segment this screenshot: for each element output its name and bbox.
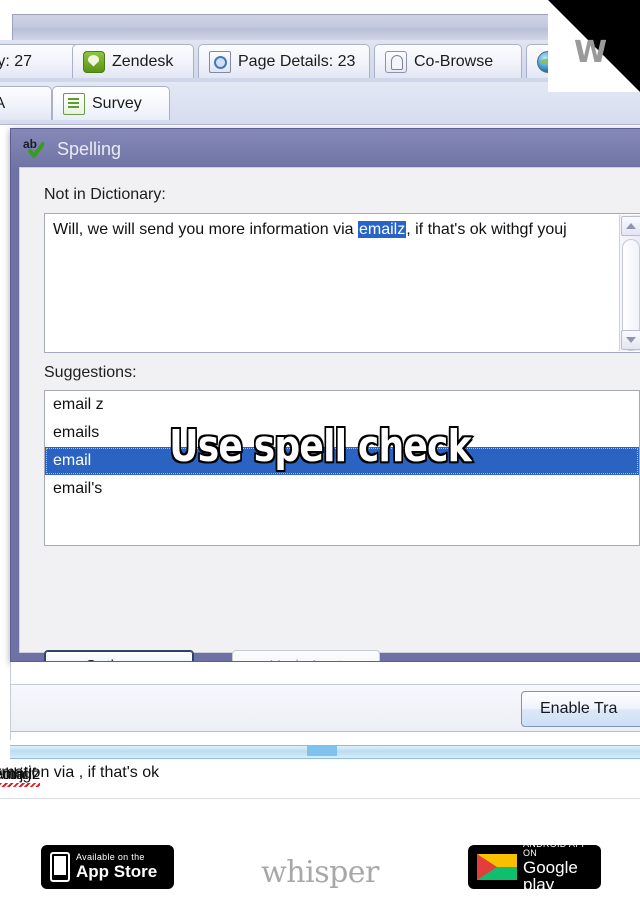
page-details-icon <box>209 50 231 73</box>
tab-label: Survey <box>92 94 142 112</box>
overlay-caption: Use spell check <box>168 421 473 472</box>
tab-na[interactable]: /A <box>0 86 52 120</box>
toolbar-strip <box>12 14 640 41</box>
google-play-word: Google <box>523 857 578 877</box>
ghost-icon <box>385 50 407 73</box>
text-after: , if that's ok withgf youj <box>406 221 567 238</box>
tab-row-primary: ry: 27 Zendesk Page Details: 23 Co-Brows… <box>0 40 640 83</box>
tab-label: Zendesk <box>112 52 174 70</box>
enable-translation-button[interactable]: Enable Tra <box>521 691 640 727</box>
tab-row-secondary: /A Survey <box>0 82 640 125</box>
horizontal-scrollbar-thumb[interactable] <box>307 746 337 756</box>
tab-label: Page Details: 23 <box>238 52 356 70</box>
google-play-small-label: ANDROID APP ON <box>523 838 588 859</box>
dialog-body: Not in Dictionary: Will, we will send yo… <box>19 167 640 661</box>
google-play-word-light: play <box>523 875 555 895</box>
tab-history-count[interactable]: ry: 27 <box>0 44 80 78</box>
google-play-badge-text: ANDROID APP ON Google play <box>523 838 601 895</box>
tab-page-details[interactable]: Page Details: 23 <box>198 44 370 78</box>
scroll-down-button[interactable] <box>621 330 640 350</box>
misspelled-word: youj <box>0 766 24 787</box>
tab-label: /A <box>0 95 5 113</box>
not-in-dictionary-label: Not in Dictionary: <box>44 186 166 203</box>
chevron-up-icon <box>626 223 636 229</box>
transcript-raw: rmation via emailz, if that's ok withgf … <box>0 764 159 787</box>
text-before: Will, we will send you more information … <box>53 221 358 238</box>
browser-chrome: ry: 27 Zendesk Page Details: 23 Co-Brows… <box>0 0 640 125</box>
tab-zendesk[interactable]: Zendesk <box>72 44 194 78</box>
suggestions-label: Suggestions: <box>44 364 137 381</box>
survey-icon <box>63 92 85 115</box>
folded-corner-watermark: W <box>548 0 640 92</box>
tab-survey[interactable]: Survey <box>52 86 170 120</box>
horizontal-scrollbar[interactable] <box>10 745 640 759</box>
list-item[interactable]: email's <box>45 475 639 503</box>
tab-label: ry: 27 <box>0 52 33 70</box>
scroll-up-button[interactable] <box>621 216 640 236</box>
composer-toolbar: Enable Tra <box>11 684 640 732</box>
google-play-badge[interactable]: ANDROID APP ON Google play <box>468 839 601 894</box>
not-in-dictionary-textbox[interactable]: Will, we will send you more information … <box>44 213 640 353</box>
textbox-vertical-scrollbar[interactable] <box>619 215 640 351</box>
chevron-down-icon <box>626 337 636 343</box>
options-button[interactable]: Options... <box>44 650 194 661</box>
tab-label: Co-Browse <box>414 52 494 70</box>
spell-check-icon: ab <box>23 138 47 160</box>
screenshot-root: ry: 27 Zendesk Page Details: 23 Co-Brows… <box>0 0 640 920</box>
tab-co-browse[interactable]: Co-Browse <box>374 44 522 78</box>
textbox-content: Will, we will send you more information … <box>53 219 617 242</box>
under-dialog-panel: Enable Tra <box>10 662 640 740</box>
zendesk-icon <box>83 50 105 73</box>
google-play-icon <box>477 854 517 880</box>
spelling-dialog: ab Spelling Not in Dictionary: Will, we … <box>10 128 640 662</box>
undo-last-button: Undo Last <box>232 650 380 661</box>
dialog-titlebar: ab Spelling <box>11 129 640 169</box>
whisper-w-logo: W <box>574 35 608 70</box>
transcript-line: rmation via emailz, if that's ok withgf … <box>0 760 640 799</box>
app-badges-footer: Available on the App Store whisper ANDRO… <box>0 800 640 920</box>
misspelled-word-highlight: emailz <box>358 221 407 238</box>
google-play-big-label: Google play <box>523 857 601 895</box>
list-item[interactable]: email z <box>45 391 639 419</box>
dialog-title: Spelling <box>57 138 122 159</box>
